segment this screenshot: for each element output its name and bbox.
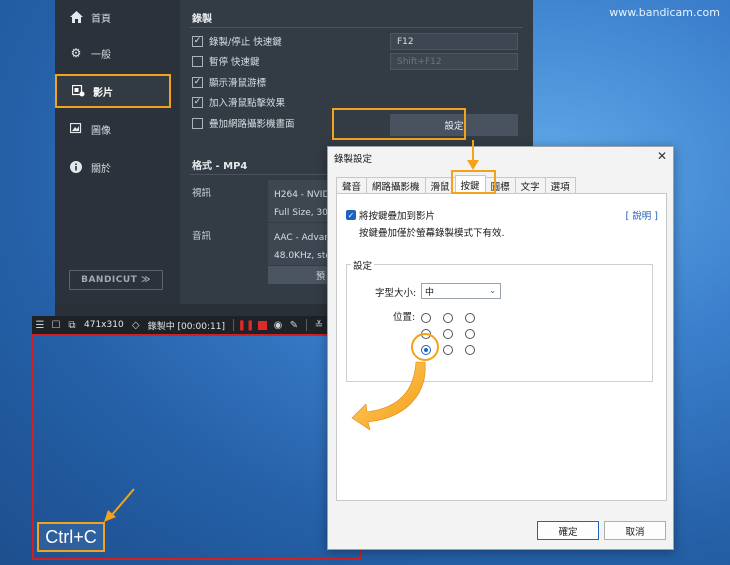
recording-section-title: 錄製: [192, 14, 212, 25]
tab-webcam[interactable]: 網路攝影機: [366, 177, 426, 193]
watermark: www.bandicam.com: [609, 6, 720, 19]
position-radio-top-center[interactable]: [443, 313, 453, 323]
recording-status: 錄製中 [00:00:11]: [147, 321, 225, 332]
checkmark-icon: ✓: [192, 35, 203, 47]
click-effect-checkbox[interactable]: ✓ 加入滑鼠點擊效果: [192, 94, 285, 110]
keys-panel: ✓ 將按鍵疊加到影片 [ 說明 ] 按鍵疊加僅於螢幕錄製模式下有效. 設定 字型…: [336, 193, 667, 501]
window-mode-icon[interactable]: ☐: [48, 320, 64, 331]
chevron-down-icon: ⌄: [489, 286, 496, 295]
position-radio-top-right[interactable]: [465, 313, 475, 323]
opacity-icon[interactable]: ◇: [128, 320, 144, 331]
sidebar-item-label: 影片: [93, 87, 113, 99]
sidebar-item-home[interactable]: 首頁: [55, 0, 180, 34]
close-icon[interactable]: ✕: [657, 149, 667, 163]
shortcut-overlay: Ctrl+C: [37, 522, 105, 552]
position-radio-top-left[interactable]: [421, 313, 431, 323]
settings-group: 設定 字型大小: 中 ⌄ 位置:: [346, 258, 653, 382]
menu-icon[interactable]: ☰: [32, 320, 48, 331]
sidebar: 首頁 ⚙ 一般 影片 圖像 關於 BANDICUT ≫: [55, 0, 180, 318]
audio-label: 音訊: [192, 231, 212, 242]
overlay-keys-checkbox[interactable]: ✓ 將按鍵疊加到影片: [346, 208, 435, 222]
cancel-button[interactable]: 取消: [604, 521, 666, 540]
region-size: 471x310: [84, 320, 124, 330]
tab-sound[interactable]: 聲音: [336, 177, 368, 193]
recording-toolbar: ☰ ☐ ⧉ 471x310 ◇ 錄製中 [00:00:11] ❚❚ ◉ ✎ ≚ …: [32, 316, 362, 334]
pencil-icon[interactable]: ✎: [286, 320, 302, 331]
webcam-overlay-checkbox[interactable]: 疊加網路攝影機畫面: [192, 115, 295, 131]
position-radio-middle-center[interactable]: [443, 329, 453, 339]
pause-icon[interactable]: ❚❚: [238, 320, 255, 331]
format-section-title: 格式 - MP4: [192, 161, 248, 172]
section-divider: [190, 27, 523, 28]
info-icon: [69, 160, 83, 174]
ok-button[interactable]: 確定: [537, 521, 599, 540]
keys-tab-highlight: [451, 170, 496, 194]
tab-options[interactable]: 選項: [544, 177, 576, 193]
selected-position-highlight: [411, 333, 439, 361]
checkmark-icon: ✓: [192, 76, 203, 88]
sidebar-item-general[interactable]: ⚙ 一般: [55, 36, 180, 70]
video-label: 視訊: [192, 188, 212, 199]
sidebar-item-image[interactable]: 圖像: [55, 112, 180, 146]
position-radio-bottom-center[interactable]: [443, 345, 453, 355]
overlay-note: 按鍵疊加僅於螢幕錄製模式下有效.: [359, 228, 505, 239]
dialog-title: 錄製設定: [334, 154, 373, 165]
font-size-select[interactable]: 中 ⌄: [421, 283, 501, 299]
collapse-icon[interactable]: ≚: [311, 320, 327, 331]
zoom-icon[interactable]: ⧉: [64, 320, 80, 331]
pause-hotkey-field[interactable]: Shift+F12: [390, 53, 518, 70]
position-label: 位置:: [393, 312, 416, 323]
checkmark-icon: ✓: [346, 210, 356, 220]
sidebar-item-about[interactable]: 關於: [55, 150, 180, 184]
sidebar-item-video[interactable]: 影片: [55, 74, 171, 108]
video-format-box[interactable]: H264 - NVIDIA Full Size, 30: [268, 180, 328, 222]
help-link[interactable]: [ 說明 ]: [626, 208, 658, 222]
group-title: 設定: [351, 258, 375, 272]
sidebar-item-label: 一般: [91, 49, 111, 61]
recording-settings-dialog: 錄製設定 ✕ 聲音 網路攝影機 滑鼠 按鍵 圖標 文字 選項 ✓ 將按鍵疊加到影…: [327, 146, 674, 550]
sidebar-item-label: 首頁: [91, 13, 111, 25]
tab-text[interactable]: 文字: [514, 177, 546, 193]
sidebar-item-label: 關於: [91, 163, 111, 175]
font-size-label: 字型大小:: [375, 288, 417, 299]
position-radio-bottom-right[interactable]: [465, 345, 475, 355]
gear-icon: ⚙: [70, 46, 82, 60]
record-hotkey-checkbox[interactable]: ✓ 錄製/停止 快速鍵: [192, 33, 282, 49]
record-hotkey-field[interactable]: F12: [390, 33, 518, 50]
image-icon: [69, 122, 83, 136]
preset-button[interactable]: 預: [268, 266, 328, 284]
checkmark-icon: ✓: [192, 96, 203, 108]
camera-icon[interactable]: ◉: [270, 320, 286, 331]
stop-icon[interactable]: [254, 320, 270, 330]
settings-button-highlight: [332, 108, 466, 140]
bandicut-button[interactable]: BANDICUT ≫: [69, 270, 163, 290]
pause-hotkey-checkbox[interactable]: 暫停 快速鍵: [192, 53, 260, 69]
home-icon: [69, 10, 83, 24]
show-cursor-checkbox[interactable]: ✓ 顯示滑鼠游標: [192, 74, 266, 90]
audio-format-box[interactable]: AAC - Advanced 48.0KHz, ste: [268, 223, 328, 265]
position-radio-middle-right[interactable]: [465, 329, 475, 339]
video-icon: [71, 84, 85, 98]
sidebar-item-label: 圖像: [91, 125, 111, 137]
